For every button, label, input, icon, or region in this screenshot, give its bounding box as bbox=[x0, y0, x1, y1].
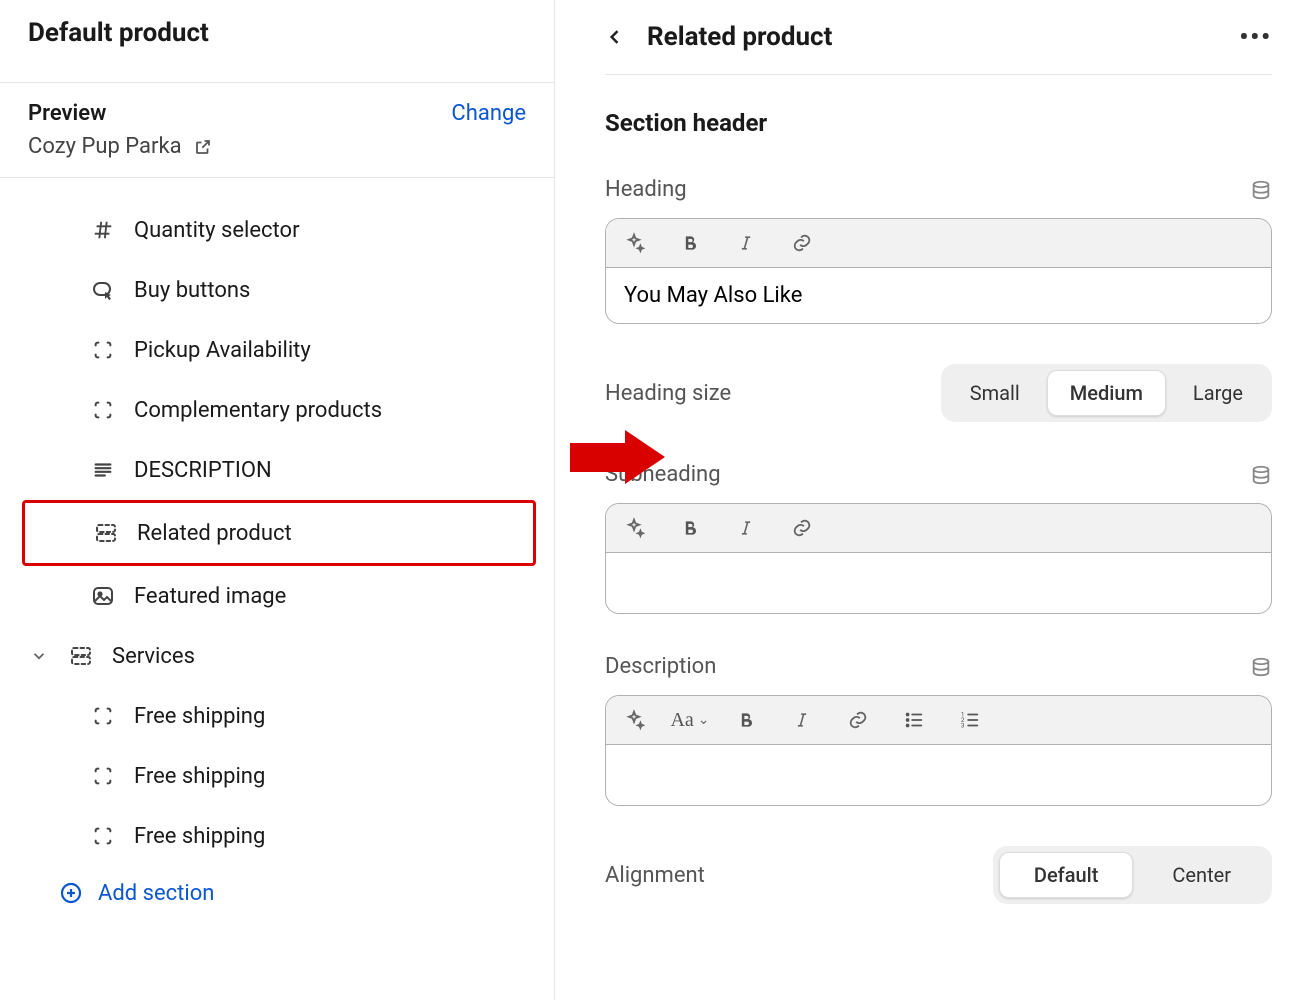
preview-label: Preview bbox=[28, 101, 106, 126]
block-placeholder-icon bbox=[90, 703, 116, 729]
section-item-label: Pickup Availability bbox=[134, 338, 311, 363]
section-item-label: Services bbox=[112, 644, 195, 669]
block-placeholder-icon bbox=[90, 397, 116, 423]
section-item-free-shipping-3[interactable]: Free shipping bbox=[0, 806, 554, 866]
left-panel: Default product Preview Change Cozy Pup … bbox=[0, 0, 555, 1000]
chevron-down-icon[interactable] bbox=[28, 647, 50, 665]
plus-circle-icon bbox=[58, 880, 84, 906]
cursor-click-icon bbox=[90, 277, 116, 303]
sparkle-icon[interactable] bbox=[620, 514, 648, 542]
section-item-label: DESCRIPTION bbox=[134, 458, 272, 483]
section-item-free-shipping-2[interactable]: Free shipping bbox=[0, 746, 554, 806]
section-item-label: Free shipping bbox=[134, 824, 265, 849]
block-placeholder-icon bbox=[90, 763, 116, 789]
block-placeholder-icon bbox=[90, 337, 116, 363]
heading-size-medium[interactable]: Medium bbox=[1047, 370, 1166, 416]
bullet-list-icon[interactable] bbox=[900, 706, 928, 734]
link-icon[interactable] bbox=[788, 229, 816, 257]
section-item-label: Featured image bbox=[134, 584, 286, 609]
hash-icon bbox=[90, 217, 116, 243]
section-item-featured-image[interactable]: Featured image bbox=[0, 566, 554, 626]
right-panel: Related product ••• Section header Headi… bbox=[555, 0, 1300, 1000]
section-item-label: Free shipping bbox=[134, 764, 265, 789]
text-lines-icon bbox=[90, 457, 116, 483]
bold-icon[interactable] bbox=[676, 514, 704, 542]
description-editor: Aa⌄ 123 bbox=[605, 695, 1272, 806]
more-actions-button[interactable]: ••• bbox=[1239, 23, 1272, 51]
preview-product-name: Cozy Pup Parka bbox=[28, 134, 182, 159]
link-icon[interactable] bbox=[788, 514, 816, 542]
italic-icon[interactable] bbox=[732, 514, 760, 542]
bold-icon[interactable] bbox=[676, 229, 704, 257]
section-item-related-product[interactable]: Related product bbox=[22, 500, 536, 566]
annotation-arrow-icon bbox=[570, 430, 665, 485]
link-icon[interactable] bbox=[844, 706, 872, 734]
sparkle-icon[interactable] bbox=[620, 229, 648, 257]
section-item-label: Free shipping bbox=[134, 704, 265, 729]
heading-input[interactable] bbox=[622, 282, 1255, 309]
section-item-pickup-availability[interactable]: Pickup Availability bbox=[0, 320, 554, 380]
section-item-buy-buttons[interactable]: Buy buttons bbox=[0, 260, 554, 320]
subheading-input[interactable] bbox=[622, 567, 1255, 594]
dynamic-source-icon[interactable] bbox=[1250, 464, 1272, 486]
section-item-label: Buy buttons bbox=[134, 278, 250, 303]
italic-icon[interactable] bbox=[788, 706, 816, 734]
subheading-editor bbox=[605, 503, 1272, 614]
heading-editor bbox=[605, 218, 1272, 324]
heading-size-segmented: Small Medium Large bbox=[941, 364, 1272, 422]
alignment-center[interactable]: Center bbox=[1137, 852, 1266, 898]
description-label: Description bbox=[605, 654, 716, 679]
section-item-complementary-products[interactable]: Complementary products bbox=[0, 380, 554, 440]
section-icon bbox=[68, 643, 94, 669]
external-link-icon[interactable] bbox=[194, 138, 212, 156]
sparkle-icon[interactable] bbox=[620, 706, 648, 734]
heading-size-label: Heading size bbox=[605, 381, 731, 406]
image-icon bbox=[90, 583, 116, 609]
paragraph-style-icon[interactable]: Aa⌄ bbox=[676, 706, 704, 734]
bold-icon[interactable] bbox=[732, 706, 760, 734]
section-item-free-shipping-1[interactable]: Free shipping bbox=[0, 686, 554, 746]
section-icon bbox=[93, 520, 119, 546]
dynamic-source-icon[interactable] bbox=[1250, 179, 1272, 201]
section-item-services[interactable]: Services bbox=[0, 626, 554, 686]
section-item-description[interactable]: DESCRIPTION bbox=[0, 440, 554, 500]
add-section-label: Add section bbox=[98, 881, 214, 906]
description-input[interactable] bbox=[622, 759, 1255, 786]
section-title: Section header bbox=[605, 109, 1272, 137]
alignment-segmented: Default Center bbox=[993, 846, 1272, 904]
change-button[interactable]: Change bbox=[451, 101, 526, 126]
section-list: Quantity selector Buy buttons Pickup Ava… bbox=[0, 178, 554, 934]
heading-label: Heading bbox=[605, 177, 687, 202]
section-item-label: Related product bbox=[137, 521, 292, 546]
section-item-label: Complementary products bbox=[134, 398, 382, 423]
svg-text:3: 3 bbox=[961, 721, 965, 729]
page-title: Default product bbox=[28, 18, 526, 48]
heading-size-small[interactable]: Small bbox=[947, 370, 1043, 416]
section-item-quantity-selector[interactable]: Quantity selector bbox=[0, 200, 554, 260]
block-placeholder-icon bbox=[90, 823, 116, 849]
alignment-default[interactable]: Default bbox=[999, 852, 1134, 898]
section-item-label: Quantity selector bbox=[134, 218, 300, 243]
dynamic-source-icon[interactable] bbox=[1250, 656, 1272, 678]
panel-title: Related product bbox=[647, 22, 832, 52]
italic-icon[interactable] bbox=[732, 229, 760, 257]
numbered-list-icon[interactable]: 123 bbox=[956, 706, 984, 734]
add-section-button[interactable]: Add section bbox=[0, 866, 554, 920]
alignment-label: Alignment bbox=[605, 863, 705, 888]
heading-size-large[interactable]: Large bbox=[1170, 370, 1266, 416]
back-button[interactable] bbox=[605, 27, 625, 47]
